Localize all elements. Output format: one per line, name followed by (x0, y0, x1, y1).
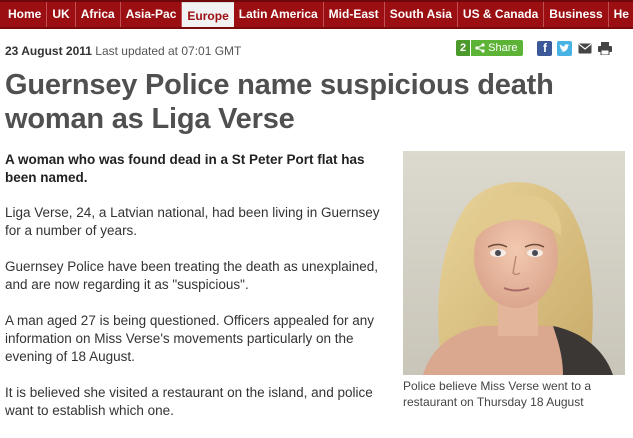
nav-africa[interactable]: Africa (76, 2, 121, 27)
nav-europe[interactable]: Europe (182, 2, 234, 27)
last-updated: Last updated at 07:01 GMT (95, 44, 242, 58)
article-photo (403, 151, 625, 375)
portrait-image (403, 151, 625, 375)
dateline: 23 August 2011 Last updated at 07:01 GMT (5, 44, 241, 58)
article-paragraph: It is believed she visited a restaurant … (5, 385, 373, 418)
article-date: 23 August 2011 (5, 44, 92, 58)
article-paragraph: Guernsey Police have been treating the d… (5, 259, 379, 292)
share-label: Share (488, 42, 518, 54)
article-paragraph: A man aged 27 is being questioned. Offic… (5, 313, 375, 364)
photo-caption: Police believe Miss Verse went to a rest… (403, 379, 592, 409)
article-body: A woman who was found dead in a St Peter… (5, 151, 390, 438)
nav-health[interactable]: He (609, 2, 633, 27)
print-icon[interactable] (597, 41, 612, 56)
nav-home[interactable]: Home (0, 2, 48, 27)
article-headline: Guernsey Police name suspicious death wo… (5, 69, 554, 135)
nav-south-asia[interactable]: South Asia (385, 2, 458, 27)
nav-asia-pac[interactable]: Asia-Pac (121, 2, 183, 27)
nav-us-canada[interactable]: US & Canada (458, 2, 545, 27)
article-intro: A woman who was found dead in a St Peter… (5, 152, 365, 185)
nav-uk[interactable]: UK (47, 2, 76, 27)
share-count: 2 (456, 40, 471, 56)
share-icon (475, 43, 485, 53)
top-nav: Home UK Africa Asia-Pac Europe Latin Ame… (0, 0, 633, 29)
article-paragraph: Liga Verse, 24, a Latvian national, had … (5, 205, 380, 238)
nav-mid-east[interactable]: Mid-East (324, 2, 385, 27)
nav-latin-america[interactable]: Latin America (234, 2, 324, 27)
email-icon[interactable] (577, 41, 592, 56)
share-tools: 2 Share f (456, 40, 612, 56)
share-button[interactable]: Share (471, 40, 524, 56)
facebook-icon[interactable]: f (537, 40, 553, 56)
twitter-icon[interactable] (557, 40, 573, 56)
nav-business[interactable]: Business (544, 2, 609, 27)
